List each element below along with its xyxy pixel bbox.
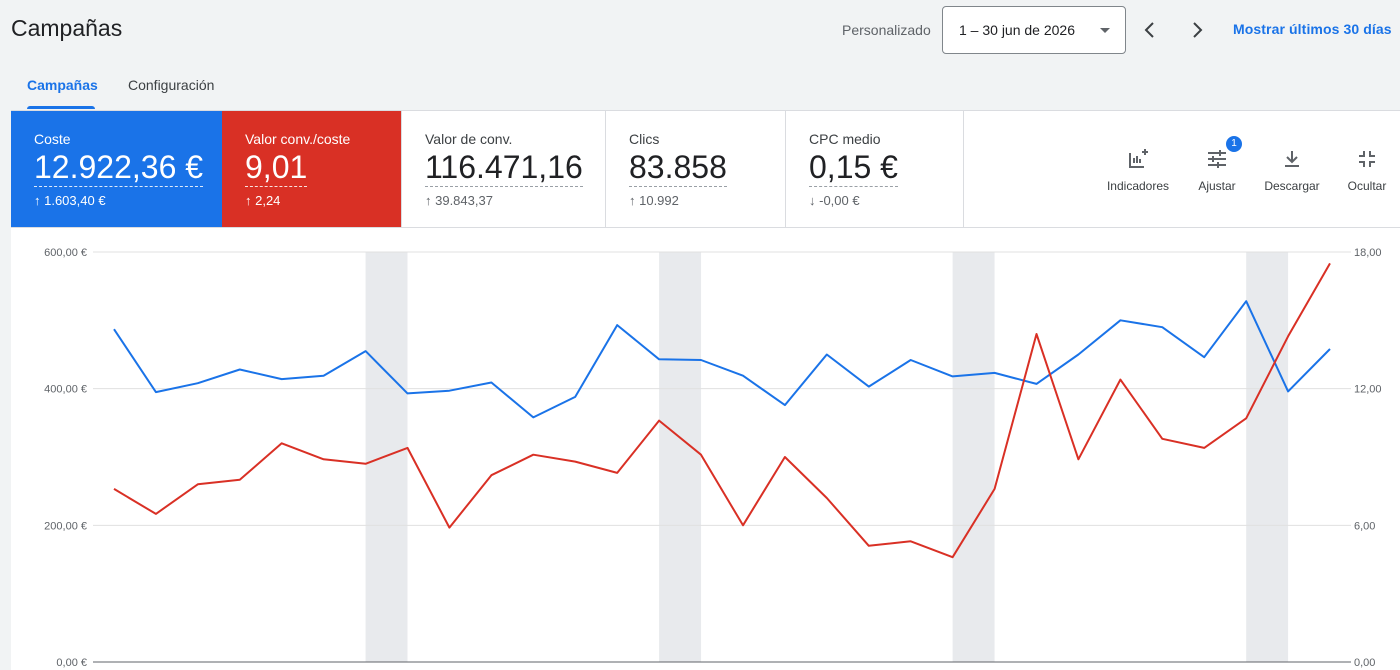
chevron-right-icon bbox=[1193, 22, 1203, 38]
scorecard-value[interactable]: 83.858 bbox=[629, 148, 727, 187]
left-axis-tick-label: 600,00 € bbox=[44, 247, 87, 259]
scorecard-delta: ↑ 10.992 bbox=[629, 193, 679, 208]
performance-chart-svg: 0,00 € 0,00 200,00 € 6,00 400,00 € 12,00 600,0… bbox=[44, 247, 1382, 669]
scorecard-label: CPC medio bbox=[809, 131, 881, 147]
chevron-left-icon bbox=[1144, 22, 1154, 38]
download-label: Descargar bbox=[1264, 179, 1320, 193]
add-chart-icon bbox=[1129, 149, 1148, 168]
weekend-band bbox=[365, 252, 408, 662]
download-icon bbox=[1285, 151, 1299, 167]
left-axis-tick-label: 400,00 € bbox=[44, 384, 87, 396]
show-last-30-days-link[interactable]: Mostrar últimos 30 días bbox=[1233, 21, 1392, 37]
scorecard-label: Clics bbox=[629, 131, 660, 147]
scorecard-label: Valor de conv. bbox=[425, 131, 513, 147]
scorecard-cost[interactable]: Coste 12.922,36 € ↑ 1.603,40 € bbox=[11, 111, 222, 227]
tab-bar: Campañas Configuración bbox=[0, 60, 1400, 110]
scorecard-value[interactable]: 9,01 bbox=[245, 148, 308, 187]
adjust-button[interactable]: Ajustar bbox=[1193, 147, 1241, 193]
adjust-label: Ajustar bbox=[1198, 179, 1236, 193]
hide-label: Ocultar bbox=[1347, 179, 1387, 193]
date-range-type-label: Personalizado bbox=[842, 22, 931, 38]
scorecard-clicks[interactable]: Clics 83.858 ↑ 10.992 bbox=[606, 111, 786, 227]
scorecard-delta: ↑ 2,24 bbox=[245, 193, 281, 208]
scorecard-delta: ↑ 39.843,37 bbox=[425, 193, 493, 208]
collapse-icon bbox=[1359, 151, 1375, 167]
indicators-label: Indicadores bbox=[1106, 179, 1170, 193]
right-axis-tick-label: 6,00 bbox=[1354, 520, 1375, 532]
download-button[interactable]: Descargar bbox=[1261, 147, 1323, 193]
page-title: Campañas bbox=[11, 15, 123, 41]
scorecard-delta: ↑ 1.603,40 € bbox=[34, 193, 106, 208]
scorecard-value[interactable]: 0,15 € bbox=[809, 148, 898, 187]
left-axis-tick-label: 0,00 € bbox=[56, 657, 87, 669]
hide-button[interactable]: Ocultar bbox=[1344, 147, 1390, 193]
scorecard-value[interactable]: 116.471,16 bbox=[425, 148, 583, 187]
date-range-value: 1 – 30 jun de 2026 bbox=[959, 22, 1075, 38]
scorecard-row: Coste 12.922,36 € ↑ 1.603,40 € Valor con… bbox=[11, 111, 1400, 228]
header: Campañas Personalizado 1 – 30 jun de 202… bbox=[0, 0, 1400, 60]
scorecard-label: Coste bbox=[34, 131, 71, 147]
right-axis-tick-label: 18,00 bbox=[1354, 247, 1382, 259]
next-period-button[interactable] bbox=[1181, 14, 1213, 46]
scorecard-value[interactable]: 12.922,36 € bbox=[34, 148, 204, 187]
date-range-select[interactable]: 1 – 30 jun de 2026 bbox=[942, 6, 1126, 54]
weekend-band bbox=[952, 252, 995, 662]
selected-tab-indicator bbox=[27, 106, 95, 109]
cost-series-line bbox=[113, 300, 1331, 419]
performance-panel: Coste 12.922,36 € ↑ 1.603,40 € Valor con… bbox=[11, 110, 1400, 670]
dropdown-caret-icon bbox=[1100, 28, 1110, 33]
weekend-band bbox=[659, 252, 702, 662]
right-axis-tick-label: 0,00 bbox=[1354, 657, 1375, 669]
previous-period-button[interactable] bbox=[1134, 14, 1166, 46]
left-axis-tick-label: 200,00 € bbox=[44, 520, 87, 532]
adjust-count-badge: 1 bbox=[1226, 136, 1242, 152]
scorecard-delta: ↓ -0,00 € bbox=[809, 193, 860, 208]
scorecard-label: Valor conv./coste bbox=[245, 131, 351, 147]
tab-configuration[interactable]: Configuración bbox=[128, 77, 214, 93]
scorecard-avg-cpc[interactable]: CPC medio 0,15 € ↓ -0,00 € bbox=[786, 111, 964, 227]
conv-value-cost-series-line bbox=[113, 262, 1331, 559]
right-axis-tick-label: 12,00 bbox=[1354, 384, 1382, 396]
performance-chart: 0,00 € 0,00 200,00 € 6,00 400,00 € 12,00 600,0… bbox=[11, 228, 1400, 670]
tune-icon bbox=[1208, 150, 1226, 168]
scorecard-conv-value[interactable]: Valor de conv. 116.471,16 ↑ 39.843,37 bbox=[401, 111, 606, 227]
indicators-button[interactable]: Indicadores bbox=[1105, 147, 1171, 193]
scorecard-conv-value-cost[interactable]: Valor conv./coste 9,01 ↑ 2,24 bbox=[222, 111, 401, 227]
tab-campaigns[interactable]: Campañas bbox=[27, 77, 98, 93]
